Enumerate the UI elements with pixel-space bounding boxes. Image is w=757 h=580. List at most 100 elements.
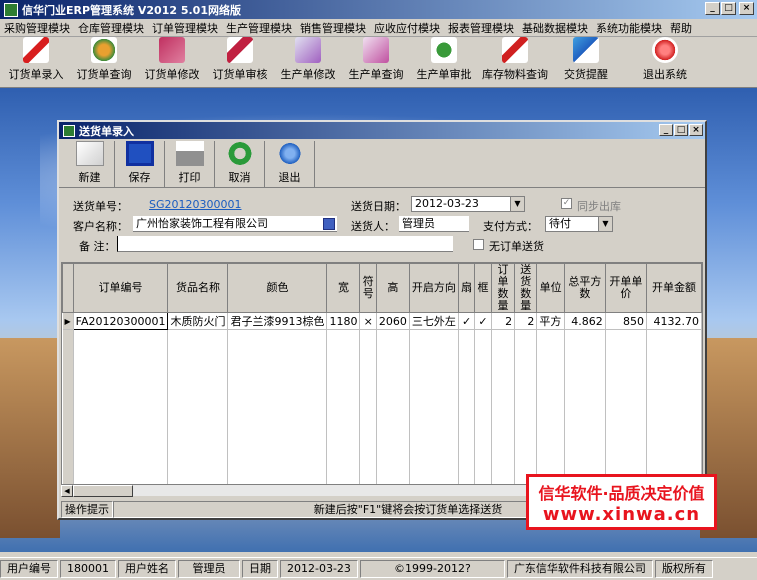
order-no-label: 送货单号： [73,200,128,213]
refresh-icon [225,141,254,166]
close-button[interactable]: × [739,2,754,15]
menu-basic-data[interactable]: 基础数据模块 [518,20,592,36]
cell-order-no[interactable]: FA20120300001 [72,312,169,330]
note-label: 备 注： [79,240,116,253]
menu-bar: 采购管理模块 仓库管理模块 订单管理模块 生产管理模块 销售管理模块 应收应付模… [0,19,757,37]
order-review-button[interactable]: 订货单审核 [206,37,274,86]
user-no-value: 180001 [60,560,116,578]
child-minimize-button[interactable]: _ [659,124,673,136]
order-entry-button[interactable]: 订货单录入 [2,37,70,86]
scroll-thumb[interactable] [73,485,133,497]
exit-button[interactable]: 退出 [265,141,315,187]
lookup-icon[interactable] [323,218,335,230]
cancel-button[interactable]: 取消 [215,141,265,187]
delivery-reminder-button[interactable]: 交货提醒 [552,37,620,86]
menu-receivables[interactable]: 应收应付模块 [370,20,444,36]
cell-delivery-qty[interactable]: 2 [514,312,538,330]
menu-order[interactable]: 订单管理模块 [148,20,222,36]
cell-product[interactable]: 木质防火门 [167,312,229,330]
promo-slogan: 信华软件·品质决定价值 [538,484,705,503]
cell-height[interactable]: 2060 [376,312,410,330]
col-header-height: 高 [375,263,410,313]
pay-select[interactable]: 待付 ▼ [545,216,613,232]
cell-order-qty[interactable]: 2 [491,312,516,330]
status-bar: 用户编号 180001 用户姓名 管理员 日期 2012-03-23 ©1999… [0,557,757,580]
pdf-icon [23,37,49,63]
menu-help[interactable]: 帮助 [666,20,696,36]
no-order-checkbox[interactable] [473,239,484,250]
cell-symbol[interactable]: × [359,312,377,330]
customer-field[interactable]: 广州怡家装饰工程有限公司 [133,216,337,232]
col-header-leaf: 扇 [457,263,476,313]
col-header-area: 总平方数 [563,263,606,313]
note-field[interactable] [117,236,453,252]
cell-unit[interactable]: 平方 [536,312,565,330]
minimize-button[interactable]: _ [705,2,720,15]
exit-system-button[interactable]: 退出系统 [620,37,710,86]
table-row[interactable]: ▶ FA20120300001 木质防火门 君子兰漆9913棕色 1180 × … [62,312,702,330]
save-button[interactable]: 保存 [115,141,165,187]
doc-edit-icon [295,37,321,63]
floppy-icon [125,141,154,166]
col-header-unit: 单位 [536,263,565,313]
date-value: 2012-03-23 [280,560,358,578]
app-title-bar: 信华门业ERP管理系统 V2012 5.01网络版 _ □ × [0,0,757,19]
child-toolbar: 新建 保存 打印 取消 退出 [59,139,705,188]
delivery-form: 送货单号： SG20120300001 送货日期： 2012-03-23 ▼ ✓ … [59,188,705,258]
pay-label: 支付方式： [483,220,538,233]
date-label: 送货日期： [351,200,406,213]
delivery-entry-window: 送货单录入 _ □ × 新建 保存 打印 取消 退出 送货单号： SG20120… [57,120,707,520]
menu-warehouse[interactable]: 仓库管理模块 [74,20,148,36]
grid-corner [62,263,74,313]
cell-price[interactable]: 850 [605,312,648,330]
production-edit-button[interactable]: 生产单修改 [274,37,342,86]
production-approve-button[interactable]: 生产单审批 [410,37,478,86]
date-picker[interactable]: 2012-03-23 ▼ [411,196,525,212]
customer-label: 客户名称： [73,220,128,233]
scroll-left-icon[interactable]: ◀ [61,485,73,497]
cell-amount[interactable]: 4132.70 [646,312,702,330]
menu-purchase[interactable]: 采购管理模块 [0,20,74,36]
menu-production[interactable]: 生产管理模块 [222,20,296,36]
col-header-order-no: 订单编号 [72,263,169,313]
col-header-color: 颜色 [227,263,328,313]
pen-red-icon [502,37,528,63]
inventory-query-button[interactable]: 库存物料查询 [478,37,552,86]
deliverer-field[interactable]: 管理员 [399,216,469,232]
sync-checkbox[interactable]: ✓ [561,198,572,209]
child-title: 送货单录入 [79,124,134,138]
print-button[interactable]: 打印 [165,141,215,187]
rights-text: 版权所有 [654,560,713,578]
window-icon [63,124,75,137]
delivery-grid[interactable]: 订单编号 货品名称 颜色 宽 符号 高 开启方向 扇 框 订单数量 送货数量 单… [61,262,703,494]
cell-leaf-checkbox[interactable]: ✓ [458,312,476,330]
col-header-product: 货品名称 [167,263,229,313]
new-button[interactable]: 新建 [65,141,115,187]
new-doc-icon [75,141,104,166]
promo-banner: 信华软件·品质决定价值 www.xinwa.cn [526,474,717,530]
copyright-text: ©1999-2012? [359,560,505,578]
cell-width[interactable]: 1180 [326,312,361,330]
printer-icon [175,141,204,166]
col-header-amount: 开单金额 [646,263,702,313]
menu-sales[interactable]: 销售管理模块 [296,20,370,36]
col-header-direction: 开启方向 [408,263,459,313]
order-no-value[interactable]: SG20120300001 [149,198,242,211]
order-edit-button[interactable]: 订货单修改 [138,37,206,86]
child-maximize-button[interactable]: □ [674,124,688,136]
order-query-button[interactable]: 订货单查询 [70,37,138,86]
menu-system[interactable]: 系统功能模块 [592,20,666,36]
maximize-button[interactable]: □ [721,2,736,15]
child-close-button[interactable]: × [689,124,703,136]
power-icon [652,37,678,63]
cell-color[interactable]: 君子兰漆9913棕色 [227,312,328,330]
cell-area[interactable]: 4.862 [564,312,606,330]
cell-frame-checkbox[interactable]: ✓ [474,312,492,330]
menu-reports[interactable]: 报表管理模块 [444,20,518,36]
flower-icon [91,37,117,63]
pen-icon [227,37,253,63]
production-query-button[interactable]: 生产单查询 [342,37,410,86]
col-header-width: 宽 [326,263,361,313]
app-title: 信华门业ERP管理系统 V2012 5.01网络版 [22,3,241,17]
cell-direction[interactable]: 三七外左 [409,312,459,330]
